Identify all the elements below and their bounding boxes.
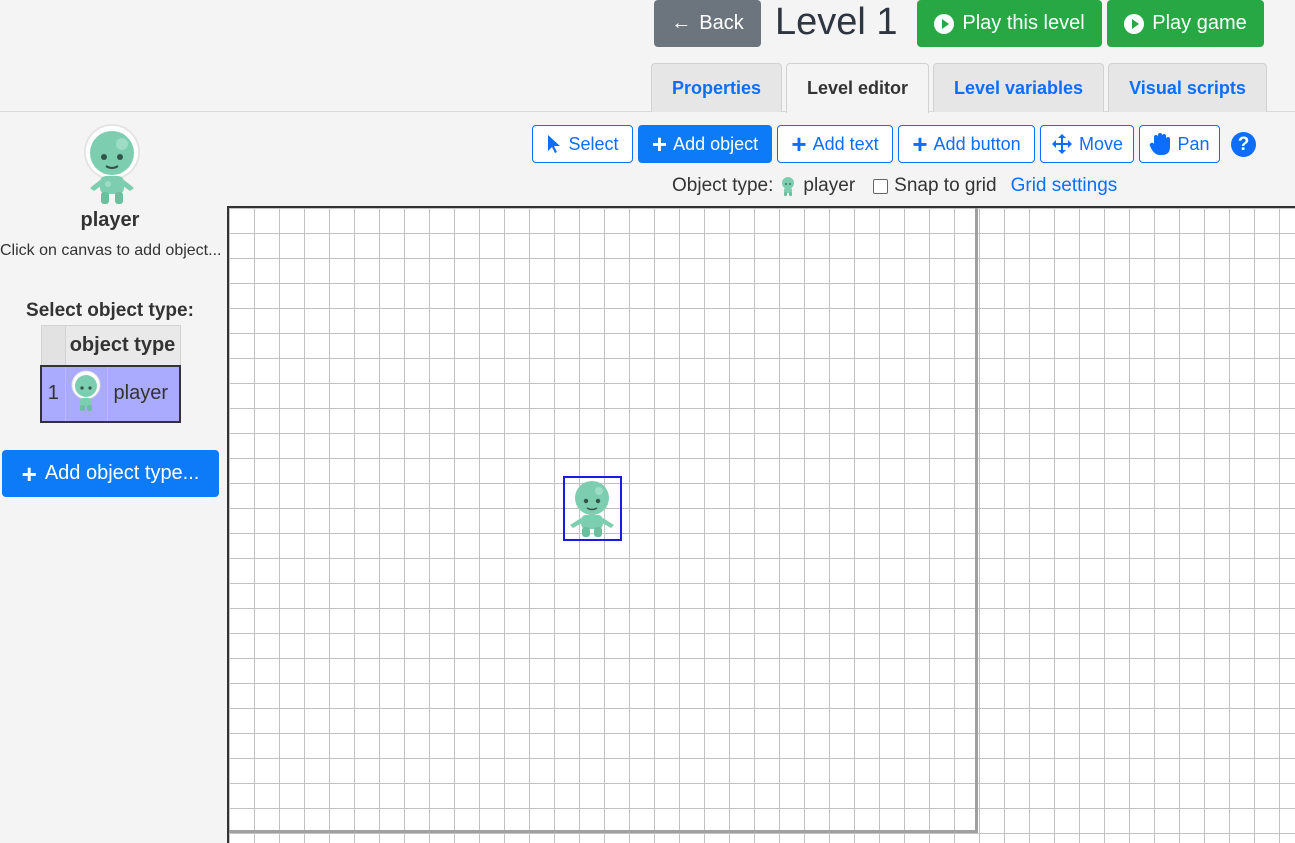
tab-level-editor[interactable]: Level editor xyxy=(786,63,929,113)
play-circle-icon xyxy=(1124,13,1145,34)
plus-icon: + xyxy=(21,458,37,489)
play-level-button[interactable]: Play this level xyxy=(917,0,1102,47)
plus-icon: + xyxy=(791,129,807,159)
table-row[interactable]: 1 player xyxy=(40,364,181,423)
level-canvas[interactable] xyxy=(227,206,1295,843)
table-header-object-type: object type xyxy=(64,325,181,366)
object-type-value: player xyxy=(803,175,856,196)
alien-icon xyxy=(71,370,100,411)
row-sprite-icon xyxy=(64,364,108,423)
add-text-tool-label: Add text xyxy=(812,133,879,154)
snap-to-grid-label[interactable]: Snap to grid xyxy=(894,175,996,197)
tab-level-variables[interactable]: Level variables xyxy=(933,63,1104,112)
placed-player-object[interactable] xyxy=(563,476,622,541)
row-index: 1 xyxy=(40,364,65,423)
select-tool-label: Select xyxy=(568,133,619,154)
hand-icon xyxy=(1150,133,1171,155)
plus-icon: + xyxy=(912,129,928,159)
add-text-tool-button[interactable]: + Add text xyxy=(777,125,893,163)
add-object-type-button[interactable]: + Add object type... xyxy=(2,450,219,497)
object-type-table: object type 1 player xyxy=(40,325,181,423)
select-object-type-title: Select object type: xyxy=(26,300,194,321)
play-level-label: Play this level xyxy=(962,12,1085,34)
add-object-hint: Click on canvas to add object... xyxy=(0,242,222,259)
pan-tool-label: Pan xyxy=(1177,133,1210,154)
help-icon[interactable]: ? xyxy=(1231,132,1256,157)
alien-icon xyxy=(782,177,795,196)
move-tool-label: Move xyxy=(1078,133,1123,154)
arrow-left-icon: ← xyxy=(671,12,692,34)
snap-to-grid-checkbox[interactable] xyxy=(873,178,889,194)
tab-visual-scripts[interactable]: Visual scripts xyxy=(1108,63,1267,112)
left-panel: player Click on canvas to add object... … xyxy=(0,112,222,843)
add-button-tool-button[interactable]: + Add button xyxy=(898,125,1035,163)
table-header-index xyxy=(40,325,66,366)
back-button-label: Back xyxy=(699,12,744,34)
add-object-tool-label: Add object xyxy=(673,133,759,154)
row-name: player xyxy=(107,364,181,423)
alien-sprite xyxy=(570,481,614,537)
object-info-row: Object type: player Snap to grid Grid se… xyxy=(672,174,1117,198)
play-game-label: Play game xyxy=(1152,12,1247,34)
add-object-tool-button[interactable]: + Add object xyxy=(638,125,772,163)
back-button[interactable]: ← Back xyxy=(654,0,761,47)
play-circle-icon xyxy=(934,13,955,34)
page-title: Level 1 xyxy=(775,1,898,43)
plus-icon: + xyxy=(651,129,668,159)
add-object-type-label: Add object type... xyxy=(44,462,200,484)
player-sprite-preview xyxy=(84,124,140,204)
add-button-tool-label: Add button xyxy=(933,133,1021,154)
selected-object-name: player xyxy=(80,209,140,231)
grid-settings-link[interactable]: Grid settings xyxy=(1011,175,1118,197)
select-tool-button[interactable]: Select xyxy=(532,125,633,163)
cursor-icon xyxy=(548,135,561,153)
move-tool-button[interactable]: Move xyxy=(1040,125,1134,163)
tab-properties[interactable]: Properties xyxy=(651,63,782,112)
move-arrows-icon xyxy=(1051,134,1072,154)
pan-tool-button[interactable]: Pan xyxy=(1139,125,1220,163)
play-game-button[interactable]: Play game xyxy=(1107,0,1264,47)
object-type-label: Object type: xyxy=(672,175,774,196)
